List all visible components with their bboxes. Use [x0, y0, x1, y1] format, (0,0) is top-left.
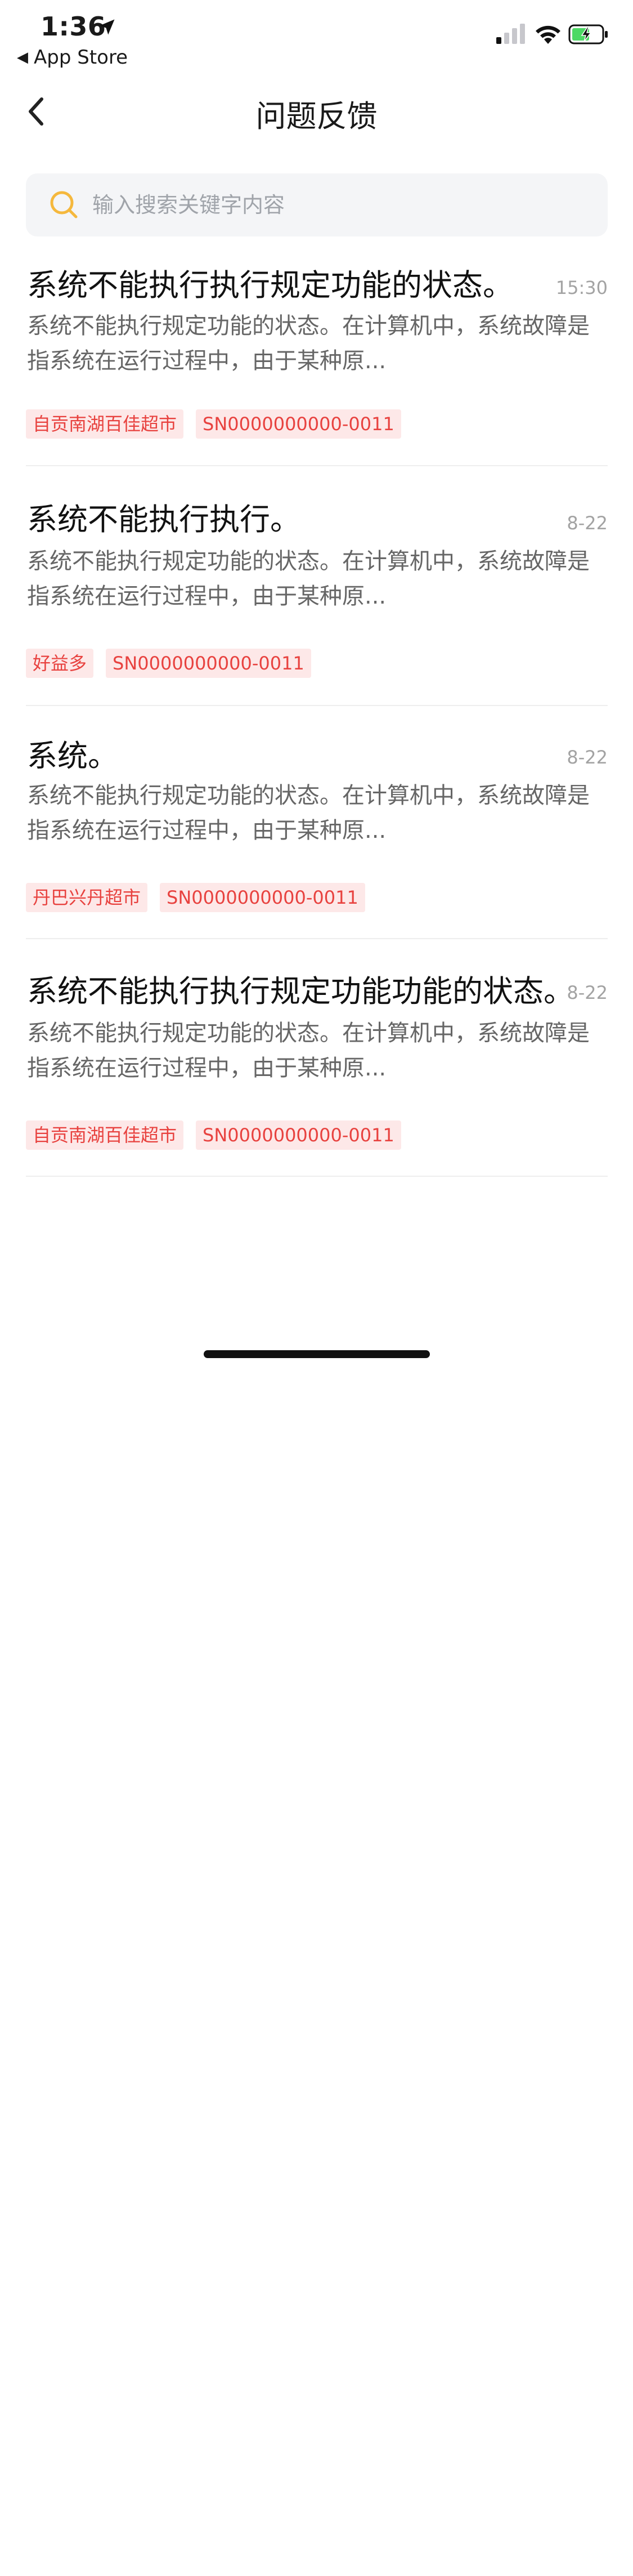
feedback-time: 15:30 [555, 277, 608, 298]
back-to-app-link[interactable]: ◀ App Store [17, 46, 128, 69]
feedback-description: 系统不能执行规定功能的状态。在计算机中，系统故障是指系统在运行过程中，由于某种原… [27, 548, 590, 609]
feedback-title: 系统不能执行执行规定功能的状态。 [27, 267, 513, 303]
feedback-tags: 好益多 SN0000000000-0011 [26, 649, 311, 678]
location-arrow-icon [99, 19, 115, 35]
feedback-item[interactable]: 系统不能执行执行。 8-22 系统不能执行规定功能的状态。在计算机中，系统故障是… [26, 466, 608, 706]
status-time: 1:36 [41, 11, 106, 42]
feedback-title: 系统。 [27, 738, 118, 774]
feedback-description: 系统不能执行规定功能的状态。在计算机中，系统故障是指系统在运行过程中，由于某种原… [27, 313, 590, 374]
battery-charging-icon [568, 24, 608, 44]
feedback-time: 8-22 [567, 512, 608, 534]
feedback-description: 系统不能执行规定功能的状态。在计算机中，系统故障是指系统在运行过程中，由于某种原… [27, 1020, 590, 1081]
feedback-tags: 丹巴兴丹超市 SN0000000000-0011 [26, 883, 365, 912]
search-icon [50, 191, 78, 218]
feedback-item[interactable]: 系统。 8-22 系统不能执行规定功能的状态。在计算机中，系统故障是指系统在运行… [26, 706, 608, 939]
store-tag: 丹巴兴丹超市 [26, 883, 148, 912]
feedback-tags: 自贡南湖百佳超市 SN0000000000-0011 [26, 409, 401, 439]
feedback-time: 8-22 [567, 747, 608, 768]
page-title: 问题反馈 [255, 99, 378, 134]
back-triangle-icon: ◀ [17, 49, 28, 66]
feedback-tags: 自贡南湖百佳超市 SN0000000000-0011 [26, 1120, 401, 1150]
store-tag: 好益多 [26, 649, 94, 678]
wifi-icon [536, 25, 560, 44]
serial-tag: SN0000000000-0011 [106, 649, 311, 678]
feedback-item[interactable]: 系统不能执行执行规定功能的状态。 15:30 系统不能执行规定功能的状态。在计算… [26, 242, 608, 466]
status-bar: 1:36 ◀ App Store [0, 0, 633, 73]
serial-tag: SN0000000000-0011 [196, 1120, 401, 1150]
search-bar[interactable] [26, 173, 608, 236]
cellular-signal-icon [496, 24, 525, 44]
serial-tag: SN0000000000-0011 [196, 409, 401, 439]
feedback-title: 系统不能执行执行。 [27, 502, 300, 537]
home-indicator[interactable] [204, 1350, 430, 1358]
feedback-time: 8-22 [567, 982, 608, 1003]
search-input[interactable] [92, 173, 587, 236]
back-app-label: App Store [34, 46, 128, 69]
feedback-description: 系统不能执行规定功能的状态。在计算机中，系统故障是指系统在运行过程中，由于某种原… [27, 783, 590, 843]
store-tag: 自贡南湖百佳超市 [26, 409, 184, 439]
feedback-item[interactable]: 系统不能执行执行规定功能功能的状态。 8-22 系统不能执行规定功能的状态。在计… [26, 939, 608, 1177]
store-tag: 自贡南湖百佳超市 [26, 1120, 184, 1150]
feedback-title: 系统不能执行执行规定功能功能的状态。 [27, 974, 574, 1009]
serial-tag: SN0000000000-0011 [160, 883, 365, 912]
feedback-page: 1:36 ◀ App Store 问题反馈 输入搜索关键字内容 系统不能执行执行… [0, 0, 633, 2576]
